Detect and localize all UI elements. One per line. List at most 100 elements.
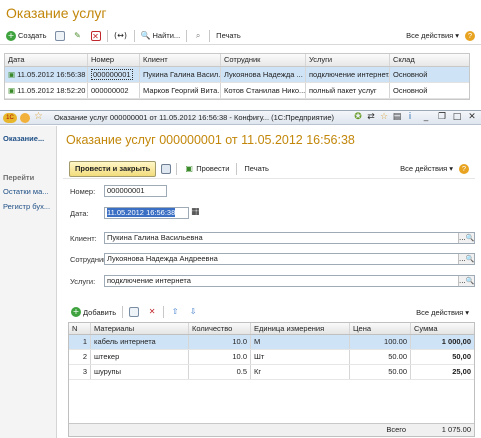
- cell-price[interactable]: 100.00: [350, 335, 411, 349]
- sidebar-goto-heading: Перейти: [3, 173, 35, 182]
- add-row-button[interactable]: + Добавить: [69, 305, 118, 319]
- link-icon[interactable]: ⇄: [365, 112, 377, 123]
- all-actions-button[interactable]: Все действия ▾?: [404, 29, 477, 43]
- delete-mark-icon: ✕: [90, 30, 101, 41]
- navigation-panel: Оказание... Перейти Остатки ма... Регист…: [0, 126, 57, 438]
- table-row[interactable]: ▣ 11.05.2012 18:52:20 000000002 Марков Г…: [5, 83, 469, 99]
- employee-field[interactable]: Лукоянова Надежда Андреевна ...🔍: [104, 253, 475, 265]
- materials-table: N Материалы Количество Единица измерения…: [68, 322, 475, 437]
- cell-price[interactable]: 50.00: [350, 350, 411, 364]
- cell-date: ▣ 11.05.2012 16:56:38: [5, 67, 88, 82]
- sidebar-item-stock-balances[interactable]: Остатки ма...: [3, 187, 49, 196]
- divider: [176, 162, 178, 175]
- cell-qty[interactable]: 0.5: [189, 365, 251, 379]
- post-button[interactable]: ▣ Провести: [182, 162, 231, 176]
- help-icon: ?: [465, 30, 475, 41]
- date-field[interactable]: 11.05.2012 16:56:38: [104, 207, 189, 219]
- edit-button[interactable]: ✎: [71, 29, 85, 43]
- move-down-button[interactable]: ⇩: [186, 305, 200, 319]
- sidebar-item-accounting-register[interactable]: Регистр бух...: [3, 202, 50, 211]
- list-title: Оказание услуг: [6, 5, 107, 21]
- column-header[interactable]: Склад: [390, 54, 469, 66]
- column-header[interactable]: N: [69, 323, 91, 334]
- employee-label: Сотрудник:: [70, 255, 109, 264]
- add-icon: +: [71, 307, 81, 317]
- copy-row-button[interactable]: [127, 305, 141, 319]
- cell-services: полный пакет услуг: [306, 83, 390, 98]
- minimize-icon[interactable]: _: [420, 112, 432, 123]
- column-header[interactable]: Услуги: [306, 54, 390, 66]
- select-button[interactable]: ...🔍: [458, 233, 474, 243]
- find-button[interactable]: 🔍 Найти...: [139, 29, 183, 43]
- cell-unit[interactable]: М: [251, 335, 350, 349]
- create-button[interactable]: + Создать: [4, 29, 49, 43]
- cell-qty[interactable]: 10.0: [189, 335, 251, 349]
- post-document-icon: ▣: [185, 163, 193, 173]
- cell-unit[interactable]: Кг: [251, 365, 350, 379]
- column-header[interactable]: Материалы: [91, 323, 189, 334]
- cell-unit[interactable]: Шт: [251, 350, 350, 364]
- select-button[interactable]: ...🔍: [458, 276, 474, 286]
- cancel-search-button[interactable]: ⌕: [191, 29, 205, 43]
- add-favorite-icon[interactable]: ✪: [352, 112, 364, 123]
- column-header[interactable]: Клиент: [140, 54, 221, 66]
- calendar-icon[interactable]: ▦: [191, 207, 201, 219]
- move-up-button[interactable]: ⇧: [168, 305, 182, 319]
- table-row[interactable]: 1 кабель интернета 10.0 М 100.00 1 000,0…: [69, 335, 474, 350]
- history-back-icon[interactable]: [20, 113, 30, 123]
- number-field[interactable]: 000000001: [104, 185, 167, 197]
- list-window: Оказание услуг + Создать ✎ ✕ (↔) 🔍 Найти..…: [0, 0, 481, 110]
- column-header[interactable]: Сотрудник: [221, 54, 306, 66]
- copy-button[interactable]: [53, 29, 67, 43]
- column-header[interactable]: Единица измерения: [251, 323, 350, 334]
- list-toolbar: + Создать ✎ ✕ (↔) 🔍 Найти... ⌕ Печать Все …: [0, 27, 481, 45]
- pencil-icon: ✎: [74, 30, 81, 40]
- delete-row-button[interactable]: ✕: [145, 305, 159, 319]
- cell-material[interactable]: штекер: [91, 350, 189, 364]
- arrow-down-icon: ⇩: [189, 307, 197, 316]
- select-button[interactable]: ...🔍: [458, 254, 474, 264]
- notepad-icon[interactable]: ▤: [391, 112, 403, 123]
- favorite-star-icon[interactable]: ☆: [34, 111, 43, 122]
- column-header[interactable]: Цена: [350, 323, 411, 334]
- cell-material[interactable]: шурупы: [91, 365, 189, 379]
- table-header: N Материалы Количество Единица измерения…: [69, 323, 474, 335]
- column-header[interactable]: Количество: [189, 323, 251, 334]
- delete-button[interactable]: ✕: [89, 29, 103, 43]
- divider: [163, 306, 165, 318]
- cell-employee: Котов Станилав Нико...: [221, 83, 306, 98]
- client-field[interactable]: Пукина Галина Васильевна ...🔍: [104, 232, 475, 244]
- cell-n: 2: [69, 350, 91, 364]
- materials-all-actions-button[interactable]: Все действия ▾: [414, 305, 471, 319]
- divider: [106, 29, 108, 42]
- print-button[interactable]: Печать: [214, 29, 243, 43]
- cell-warehouse: Основной: [393, 86, 428, 95]
- restore-icon[interactable]: ❐: [436, 112, 448, 123]
- divider: [122, 306, 124, 318]
- info-icon[interactable]: i: [404, 112, 416, 123]
- cell-material[interactable]: кабель интернета: [91, 335, 189, 349]
- services-field[interactable]: подключение интернета ...🔍: [104, 275, 475, 287]
- refresh-button[interactable]: (↔): [112, 29, 130, 43]
- star-icon[interactable]: ☆: [378, 112, 390, 123]
- table-row[interactable]: ▣ 11.05.2012 16:56:38 000000001 Пукина Г…: [5, 67, 469, 83]
- sidebar-item-main[interactable]: Оказание...: [3, 134, 44, 143]
- maximize-icon[interactable]: □: [451, 112, 463, 123]
- cell-warehouse: Основной: [393, 70, 428, 79]
- cell-qty[interactable]: 10.0: [189, 350, 251, 364]
- window-title-bar: 1С ☆ Оказание услуг 000000001 от 11.05.2…: [0, 111, 481, 125]
- table-row[interactable]: 3 шурупы 0.5 Кг 50.00 25,00: [69, 365, 474, 380]
- table-row[interactable]: 2 штекер 10.0 Шт 50.00 50,00: [69, 350, 474, 365]
- post-and-close-button[interactable]: Провести и закрыть: [69, 160, 157, 177]
- close-icon[interactable]: ✕: [466, 112, 478, 123]
- cell-price[interactable]: 50.00: [350, 365, 411, 379]
- all-actions-button[interactable]: Все действия ▾?: [398, 162, 471, 176]
- column-header[interactable]: Сумма: [411, 323, 474, 334]
- save-icon[interactable]: [161, 163, 172, 174]
- cell-sum: 1 000,00: [441, 337, 471, 346]
- print-button[interactable]: Печать: [242, 162, 271, 176]
- column-header[interactable]: Номер: [88, 54, 140, 66]
- column-header[interactable]: Дата: [5, 54, 88, 66]
- client-label: Клиент:: [70, 234, 97, 243]
- posted-document-icon: ▣: [8, 70, 18, 79]
